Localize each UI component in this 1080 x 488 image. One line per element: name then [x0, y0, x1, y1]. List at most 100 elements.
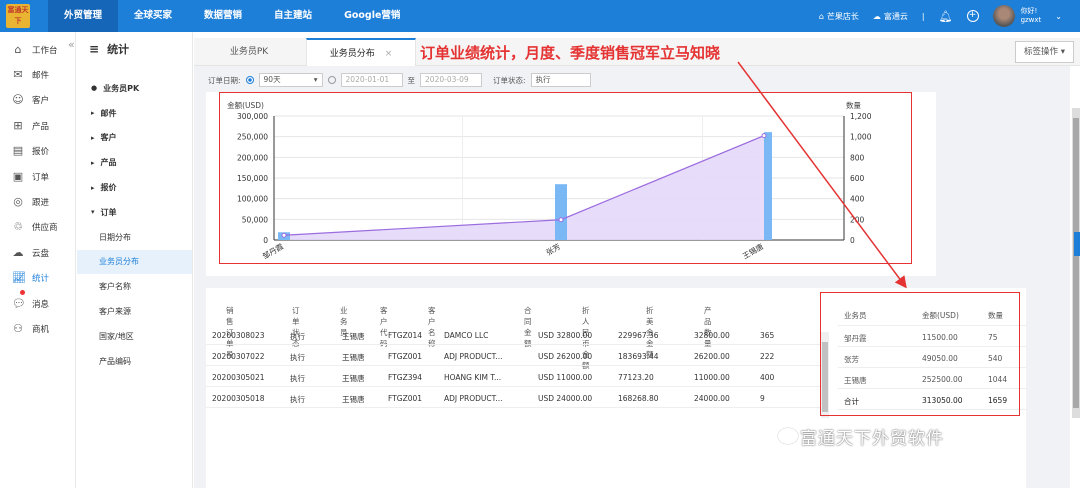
sidebar-item-label: 供应商 — [32, 223, 58, 234]
sidebar-item[interactable]: ⌂ 工作台 — [0, 37, 75, 62]
table-row[interactable]: 20200305018 执行 王锡唐 FTGZ001 ADJ PRODUCT... USD… — [206, 387, 821, 408]
cloud-icon: ☁ — [872, 11, 881, 21]
subnav-item[interactable]: 产品编码 — [77, 349, 192, 374]
subnav-item[interactable]: 日期分布 — [77, 225, 192, 250]
sidebar-item-icon: ◎ — [13, 195, 23, 209]
table-cell: 24000.00 — [694, 394, 730, 403]
tab-operations-button[interactable]: 标签操作 ▾ — [1015, 41, 1074, 63]
bell-icon[interactable]: 🔔︎ — [939, 10, 953, 23]
status-label: 订单状态: — [493, 75, 526, 85]
date-from-input[interactable]: 2020-01-01 — [340, 73, 403, 87]
subnav-item[interactable]: ● 业务员PK — [77, 76, 192, 101]
cloud-label: 富通云 — [883, 11, 908, 21]
table-cell: USD 32800.00 — [538, 331, 593, 340]
date-radio[interactable] — [327, 76, 336, 84]
user-name[interactable]: 你好! gzwxt — [1021, 7, 1042, 25]
tab-salesman-distribution[interactable]: 业务员分布 × — [306, 38, 416, 66]
range-select[interactable]: 90天 ▾ — [258, 73, 323, 87]
table-row[interactable]: 20200307022 执行 王锡唐 FTGZ001 ADJ PRODUCT... USD… — [206, 345, 821, 366]
table-cell: FTGZ014 — [388, 331, 423, 340]
table-cell: 365 — [760, 331, 775, 340]
brand-logo[interactable]: 富通天下 — [6, 4, 30, 28]
top-right-tools: ⌂ 芒果店长 ☁ 富通云 | 🔔︎ + 你好! gzwxt ⌄ — [819, 0, 1080, 32]
add-icon[interactable]: + — [966, 10, 979, 22]
caret-right-icon: ▸ — [91, 158, 95, 167]
top-nav: 外贸管理 全球买家 数据营销 自主建站 Google营销 — [48, 0, 416, 32]
sidebar-item[interactable]: 💬︎ 消息 — [0, 289, 75, 316]
table-cell: 229967.36 — [618, 331, 659, 340]
sidebar-item-icon: ♲ — [13, 220, 23, 234]
sidebar-item-label: 商机 — [32, 324, 50, 335]
filter-bar: 订单日期: 90天 ▾ 2020-01-01 至 2020-03-09 订单状态:… — [208, 72, 591, 88]
sidebar-item[interactable]: ✉ 邮件 — [0, 62, 75, 87]
subnav-item[interactable]: 业务员分布 — [77, 249, 192, 275]
subnav-item[interactable]: ▸ 产品 — [77, 150, 192, 175]
subnav-item-label: 邮件 — [100, 108, 117, 118]
subnav-item[interactable]: ▾ 订单 — [77, 200, 192, 225]
table-cell: ADJ PRODUCT... — [444, 352, 503, 361]
bullet-icon: ● — [91, 84, 98, 93]
sidebar-item[interactable]: ♲ 供应商 — [0, 215, 75, 240]
sidebar-item[interactable]: ⚇ 商机 — [0, 316, 75, 341]
table-cell: 222 — [760, 352, 775, 361]
top-nav-item[interactable]: Google营销 — [328, 0, 416, 32]
sidebar-item[interactable]: ☁ 云盘 — [0, 240, 75, 265]
table-cell: ADJ PRODUCT... — [444, 394, 503, 403]
subnav-item[interactable]: ▸ 邮件 — [77, 101, 192, 126]
subnav-item[interactable]: ▸ 报价 — [77, 175, 192, 200]
sidebar-item-icon: ⌂ — [14, 42, 22, 56]
table-cell: HOANG KIM T... — [444, 373, 502, 382]
table-cell: DAMCO LLC — [444, 331, 489, 340]
table-cell: 168268.80 — [618, 394, 659, 403]
subnav-item[interactable]: ▸ 客户 — [77, 126, 192, 151]
sidebar-item-icon: 💬︎ — [12, 296, 26, 310]
top-nav-item[interactable]: 数据营销 — [188, 0, 258, 32]
sidebar-item[interactable]: 📈︎ 统计 — [0, 266, 75, 291]
top-nav-item[interactable]: 自主建站 — [258, 0, 328, 32]
sidebar-item[interactable]: ▤ 报价 — [0, 139, 75, 164]
sidebar-item-label: 邮件 — [32, 71, 50, 82]
sidebar-item[interactable]: ☺ 客户 — [0, 88, 75, 113]
page-scrollbar[interactable] — [1072, 108, 1080, 418]
table-cell: 32800.00 — [694, 331, 730, 340]
table-row-partial[interactable] — [206, 408, 821, 416]
table-cell: 王锡唐 — [342, 353, 365, 362]
tab-label: 业务员分布 — [329, 49, 375, 59]
date-to-input[interactable]: 2020-03-09 — [420, 73, 483, 87]
sidebar-item-label: 报价 — [32, 147, 50, 158]
sidebar-item[interactable]: ⊞ 产品 — [0, 113, 75, 138]
range-radio[interactable] — [245, 76, 254, 84]
table-cell: 执行 — [290, 353, 305, 362]
sidebar-item[interactable]: ◎ 跟进 — [0, 189, 75, 214]
close-icon[interactable]: × — [385, 49, 393, 59]
sidebar-item-label: 统计 — [32, 274, 50, 285]
avatar[interactable] — [992, 5, 1015, 27]
greeting: 你好! — [1020, 7, 1038, 15]
top-nav-item[interactable]: 全球买家 — [118, 0, 188, 32]
cloud-link[interactable]: ☁ 富通云 — [873, 11, 908, 22]
top-nav-item[interactable]: 外贸管理 — [48, 0, 119, 32]
subnav-item-label: 客户名称 — [99, 282, 131, 292]
subnav-item-label: 报价 — [100, 183, 117, 193]
subnav-item[interactable]: 国家/地区 — [77, 324, 192, 349]
subnav-item[interactable]: 客户名称 — [77, 274, 192, 299]
status-select[interactable]: 执行 — [530, 73, 591, 87]
sidebar-item-icon: ▤ — [12, 144, 24, 158]
tab-salesman-pk[interactable]: 业务员PK — [194, 38, 304, 66]
chevron-down-icon: ▾ — [313, 75, 318, 84]
subnav-item-label: 业务员分布 — [99, 257, 139, 267]
collapse-sidebar-icon[interactable]: « — [68, 38, 75, 51]
caret-right-icon: ▸ — [91, 133, 95, 142]
table-row[interactable]: 20200308023 执行 王锡唐 FTGZ014 DAMCO LLC USD 3280… — [206, 324, 821, 345]
subnav-item-label: 日期分布 — [99, 232, 131, 242]
table-row[interactable]: 20200305021 执行 王锡唐 FTGZ394 HOANG KIM T... USD… — [206, 366, 821, 387]
table-cell: 王锡唐 — [342, 332, 365, 341]
sidebar: ⌂ 工作台 ✉ 邮件 ☺ 客户 ⊞ 产品 ▤ 报价 ▣ 订单 ◎ 跟进 ♲ 供应商 ☁ 云盘 📈︎ 统计 💬︎ 消息 ⚇ 商机 — [0, 32, 76, 488]
chevron-down-icon[interactable]: ⌄ — [1055, 12, 1062, 21]
side-expand-tab[interactable] — [1074, 232, 1080, 256]
mango-shop-link[interactable]: ⌂ 芒果店长 — [819, 11, 859, 22]
subnav-item[interactable]: 客户来源 — [77, 299, 192, 324]
page-scroll-thumb[interactable] — [1073, 118, 1079, 408]
sidebar-item[interactable]: ▣ 订单 — [0, 164, 75, 189]
mango-shop-label: 芒果店长 — [826, 11, 859, 21]
